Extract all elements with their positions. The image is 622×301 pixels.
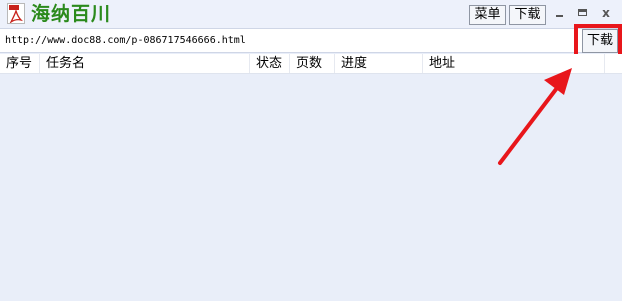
red-arrow-annotation	[498, 68, 572, 165]
